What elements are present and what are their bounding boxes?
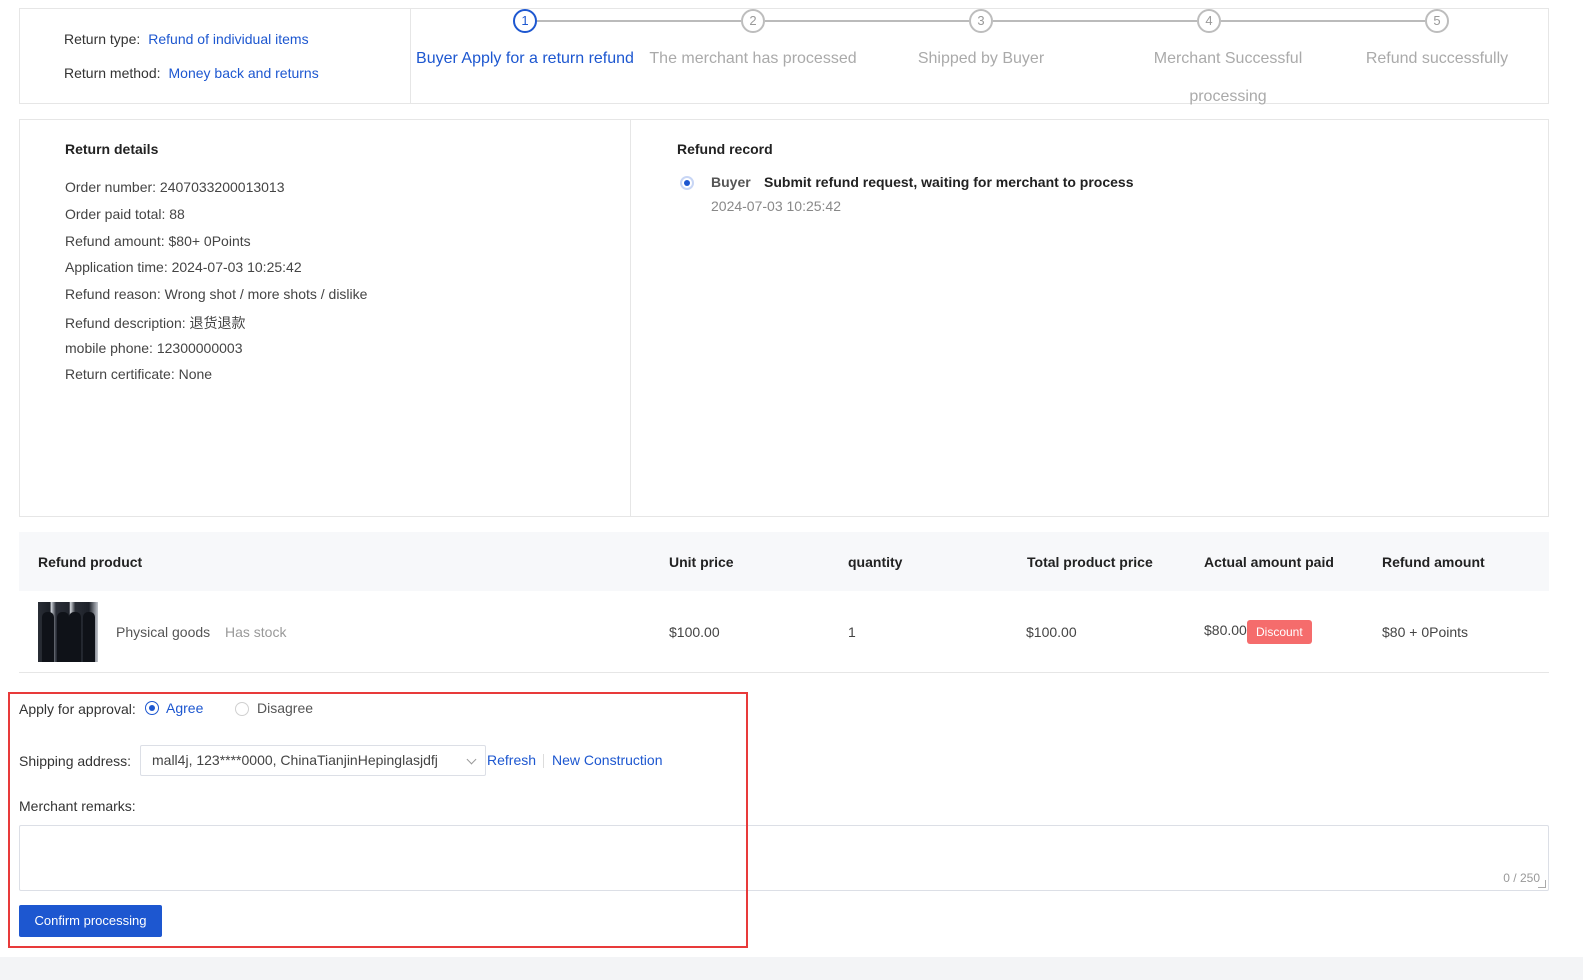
page-footer-bar — [0, 957, 1583, 980]
return-type-row: Return type: Refund of individual items — [64, 31, 309, 47]
return-method-label: Return method: — [64, 65, 161, 81]
table-row: Physical goods Has stock $100.00 1 $100.… — [19, 591, 1549, 673]
refund-amount-cell: $80 + 0Points — [1382, 624, 1469, 640]
return-meta: Return type: Refund of individual items R… — [20, 9, 411, 103]
return-type-value: Refund of individual items — [148, 31, 309, 47]
order-paid-total: Order paid total: 88 — [65, 206, 185, 222]
progress-steps: 1 2 3 4 5 Buyer Apply for a return refun… — [411, 9, 1548, 105]
col-unit-price: Unit price — [669, 554, 734, 570]
mobile-phone: mobile phone: 12300000003 — [65, 340, 243, 356]
return-certificate: Return certificate: None — [65, 366, 213, 382]
highlight-frame — [8, 692, 748, 948]
product-thumbnail[interactable] — [38, 602, 98, 662]
refund-record: Refund record Buyer Submit refund reques… — [631, 120, 1548, 516]
step-connector — [1221, 20, 1425, 22]
step-5-circle: 5 — [1425, 9, 1449, 33]
step-3-label: Shipped by Buyer — [917, 50, 1045, 67]
product-stock: Has stock — [225, 624, 287, 640]
step-4-circle: 4 — [1197, 9, 1221, 33]
return-type-label: Return type: — [64, 31, 141, 47]
step-1-label: Buyer Apply for a return refund — [416, 50, 634, 67]
resize-handle-icon[interactable] — [1538, 880, 1546, 888]
remarks-char-counter: 0 / 250 — [1503, 871, 1540, 885]
product-table-header: Refund product Unit price quantity Total… — [19, 532, 1549, 591]
return-details-title: Return details — [65, 141, 159, 157]
return-summary-panel: Return type: Refund of individual items R… — [19, 8, 1549, 105]
total-price: $100.00 — [1026, 624, 1077, 640]
step-2-label: The merchant has processed — [649, 50, 857, 67]
refund-amount: Refund amount: $80+ 0Points — [65, 233, 251, 249]
record-time: 2024-07-03 10:25:42 — [711, 198, 841, 214]
order-number: Order number: 2407033200013013 — [65, 179, 285, 195]
step-connector — [537, 20, 741, 22]
record-actor: Buyer — [711, 174, 751, 190]
step-connector — [765, 20, 969, 22]
application-time: Application time: 2024-07-03 10:25:42 — [65, 259, 302, 275]
refund-description: Refund description: 退货退款 — [65, 315, 246, 331]
record-message: Submit refund request, waiting for merch… — [764, 174, 1134, 190]
step-connector — [993, 20, 1197, 22]
product-name: Physical goods — [116, 624, 211, 640]
col-quantity: quantity — [848, 554, 903, 570]
refund-record-title: Refund record — [677, 141, 773, 157]
discount-badge: Discount — [1247, 620, 1312, 644]
step-4-label: Merchant Successful processing — [1153, 50, 1303, 105]
return-method-row: Return method: Money back and returns — [64, 65, 319, 81]
col-actual-paid: Actual amount paid — [1204, 554, 1334, 570]
refund-reason: Refund reason: Wrong shot / more shots /… — [65, 286, 368, 302]
timeline-dot-icon — [680, 176, 694, 190]
col-refund-amount: Refund amount — [1382, 554, 1485, 570]
actual-paid: $80.00 — [1204, 622, 1247, 638]
step-2-circle: 2 — [741, 9, 765, 33]
col-total-price: Total product price — [1027, 554, 1153, 570]
quantity: 1 — [848, 624, 856, 640]
unit-price: $100.00 — [669, 624, 720, 640]
col-refund-product: Refund product — [38, 554, 143, 570]
details-panel: Return details Order number: 24070332000… — [19, 119, 1549, 517]
step-5-label: Refund successfully — [1365, 50, 1509, 67]
step-3-circle: 3 — [969, 9, 993, 33]
return-details: Return details Order number: 24070332000… — [20, 120, 631, 516]
return-method-value: Money back and returns — [168, 65, 319, 81]
step-1-circle: 1 — [513, 9, 537, 33]
